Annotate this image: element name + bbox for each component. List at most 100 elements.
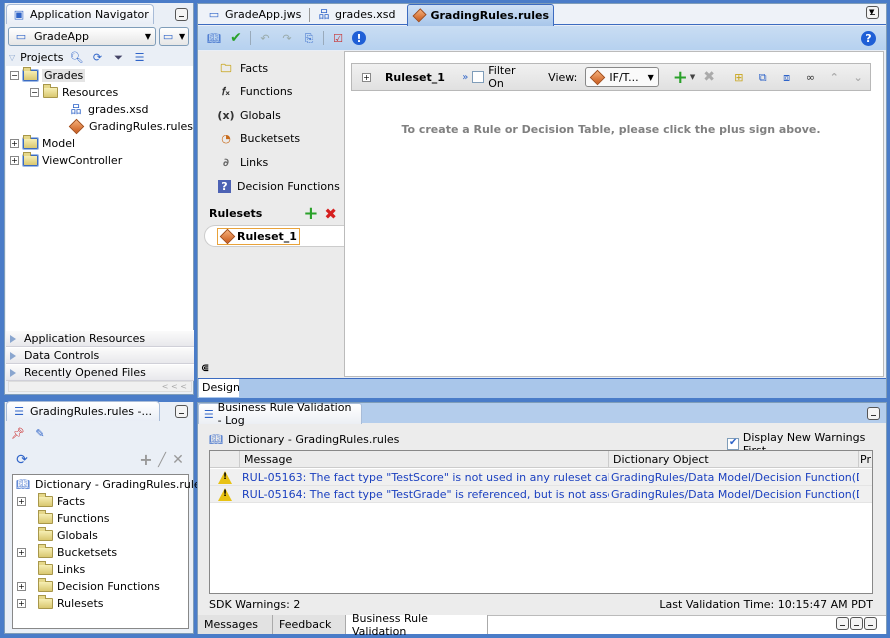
column-header-priority[interactable]: Pr bbox=[859, 451, 871, 467]
collapse-nav-icon[interactable]: ⋐ bbox=[201, 363, 209, 374]
accordion-application-resources[interactable]: Application Resources bbox=[6, 330, 194, 347]
nav-item-facts[interactable]: 🗀 Facts bbox=[218, 59, 269, 77]
dictionary-root[interactable]: 📖︎ Dictionary - GradingRules.rules bbox=[15, 476, 206, 493]
horizontal-scrollbar[interactable]: < < < bbox=[8, 381, 192, 392]
log-row[interactable]: RUL-05163: The fact type "TestScore" is … bbox=[210, 469, 872, 486]
delete-icon[interactable]: ✕ bbox=[170, 452, 186, 468]
log-dictionary-object[interactable]: GradingRules/Data Model/Decision Functio… bbox=[609, 471, 859, 484]
validate-check-icon[interactable]: ✔ bbox=[228, 30, 244, 46]
accordion-recently-opened-files[interactable]: Recently Opened Files bbox=[6, 364, 194, 381]
scroll-tabs-left-button[interactable] bbox=[836, 617, 849, 630]
editor-tab-grades-xsd[interactable]: 品 grades.xsd bbox=[312, 5, 399, 24]
app-selector[interactable]: ▭ GradeApp ▼ bbox=[8, 27, 156, 46]
ruleset-name[interactable]: Ruleset_1 bbox=[385, 71, 454, 84]
import-icon[interactable]: ⎘ bbox=[301, 30, 317, 46]
add-ruleset-button[interactable]: + bbox=[303, 203, 318, 224]
move-down-icon[interactable]: ⌄ bbox=[850, 69, 866, 85]
dictionary-item-facts[interactable]: + Facts bbox=[17, 493, 85, 510]
new-view-icon[interactable]: ✎ bbox=[32, 425, 48, 441]
dictionary-item-rulesets[interactable]: + Rulesets bbox=[17, 595, 104, 612]
tree-item-grades-xsd[interactable]: 品 grades.xsd bbox=[68, 101, 149, 118]
design-tab[interactable]: Design bbox=[199, 379, 240, 397]
help-icon[interactable]: ? bbox=[861, 30, 876, 46]
tab-list-button[interactable] bbox=[864, 617, 877, 630]
tree-structure-icon[interactable]: ⊞ bbox=[731, 69, 747, 85]
expand-icon[interactable]: + bbox=[17, 497, 26, 506]
tree-item-resources[interactable]: − Resources bbox=[30, 84, 118, 101]
collapse-icon[interactable]: − bbox=[10, 71, 19, 80]
collapse-icon[interactable]: − bbox=[30, 88, 39, 97]
expand-icon[interactable]: + bbox=[17, 582, 26, 591]
collapse-all-icon[interactable]: ⧈ bbox=[779, 69, 795, 85]
nav-item-globals[interactable]: (x) Globals bbox=[217, 106, 280, 124]
expand-details-icon[interactable]: » bbox=[462, 72, 468, 83]
redo-icon[interactable]: ↷ bbox=[279, 30, 295, 46]
column-header-dictionary-object[interactable]: Dictionary Object bbox=[609, 451, 859, 467]
log-dictionary-object[interactable]: GradingRules/Data Model/Decision Functio… bbox=[609, 488, 859, 501]
bottom-tab-business-rule-validation[interactable]: Business Rule Validation bbox=[346, 612, 488, 638]
bottom-tab-feedback[interactable]: Feedback bbox=[273, 615, 346, 634]
pin-icon[interactable]: 📌︎ bbox=[10, 425, 26, 441]
refresh-icon[interactable]: ⟳ bbox=[90, 50, 106, 66]
view-dropdown[interactable]: IF/T... ▼ bbox=[585, 67, 659, 87]
ruleset-item[interactable]: Ruleset_1 bbox=[204, 225, 344, 247]
log-tab[interactable]: ☰ Business Rule Validation - Log bbox=[198, 401, 362, 427]
dictionary-item-globals[interactable]: Globals bbox=[17, 527, 98, 544]
bottom-tab-messages[interactable]: Messages bbox=[198, 615, 273, 634]
dictionary-item-functions[interactable]: Functions bbox=[17, 510, 110, 527]
log-message[interactable]: RUL-05163: The fact type "TestScore" is … bbox=[240, 471, 609, 484]
expand-icon[interactable]: + bbox=[17, 548, 26, 557]
collapse-projects-icon[interactable]: ▽ bbox=[9, 53, 15, 62]
scroll-tabs-right-button[interactable] bbox=[850, 617, 863, 630]
tree-options-icon[interactable]: ☰ bbox=[132, 50, 148, 66]
tree-item-grades[interactable]: − Grades bbox=[10, 67, 86, 84]
minimize-structure-button[interactable] bbox=[175, 405, 188, 418]
expand-all-icon[interactable]: ⧉ bbox=[755, 69, 771, 85]
app-navigator-tab[interactable]: ▣ Application Navigator bbox=[6, 4, 154, 24]
filter-icon[interactable]: ⏷ bbox=[111, 50, 127, 66]
edit-icon[interactable]: ╱ bbox=[154, 452, 170, 468]
add-rule-button[interactable]: + bbox=[673, 67, 688, 88]
tree-item-model[interactable]: + Model bbox=[10, 135, 75, 152]
nav-item-decision-functions[interactable]: ? Decision Functions bbox=[218, 177, 340, 195]
accordion-data-controls[interactable]: Data Controls bbox=[6, 347, 194, 364]
expand-ruleset-icon[interactable]: + bbox=[362, 72, 371, 82]
nav-item-functions[interactable]: 𝑓ₓ Functions bbox=[218, 83, 293, 101]
glasses-icon[interactable]: ∞ bbox=[803, 69, 819, 85]
tree-item-viewcontroller[interactable]: + ViewController bbox=[10, 152, 122, 169]
display-new-warnings-checkbox[interactable] bbox=[727, 437, 739, 450]
folder-icon bbox=[38, 544, 53, 558]
column-header-message[interactable]: Message bbox=[240, 451, 609, 467]
dictionary-item-links[interactable]: Links bbox=[17, 561, 85, 578]
checklist-icon[interactable]: ☑ bbox=[330, 30, 346, 46]
delete-rule-button[interactable]: ✖ bbox=[703, 69, 715, 85]
move-up-icon[interactable]: ⌃ bbox=[826, 69, 842, 85]
dictionary-item-decision-functions[interactable]: + Decision Functions bbox=[17, 578, 160, 595]
expand-icon[interactable]: + bbox=[17, 599, 26, 608]
nav-item-links[interactable]: ∂ Links bbox=[218, 153, 268, 171]
app-menu-button[interactable]: ▭ ▼ bbox=[159, 27, 189, 46]
add-rule-dropdown-icon[interactable]: ▼ bbox=[690, 73, 695, 81]
add-icon[interactable]: + bbox=[138, 452, 154, 468]
structure-panel-tab[interactable]: ☰ GradingRules.rules -... bbox=[6, 401, 160, 421]
search-icon[interactable]: 🔍︎ bbox=[69, 50, 85, 66]
filter-on-checkbox[interactable] bbox=[472, 71, 485, 83]
expand-icon[interactable]: + bbox=[10, 156, 19, 165]
log-row[interactable]: RUL-05164: The fact type "TestGrade" is … bbox=[210, 486, 872, 503]
minimize-log-button[interactable] bbox=[867, 407, 880, 420]
expand-icon[interactable]: + bbox=[10, 139, 19, 148]
delete-ruleset-button[interactable]: ✖ bbox=[324, 205, 337, 223]
nav-item-bucketsets[interactable]: ◔ Bucketsets bbox=[218, 130, 300, 148]
minimize-app-navigator-button[interactable] bbox=[175, 8, 188, 21]
undo-icon[interactable]: ↶ bbox=[257, 30, 273, 46]
tree-item-gradingrules[interactable]: GradingRules.rules bbox=[68, 118, 193, 135]
tab-separator bbox=[309, 8, 310, 22]
info-icon[interactable]: ! bbox=[352, 31, 366, 45]
editor-tab-gradingrules[interactable]: GradingRules.rules bbox=[407, 4, 554, 26]
log-message[interactable]: RUL-05164: The fact type "TestGrade" is … bbox=[240, 488, 609, 501]
editor-tab-gradeapp[interactable]: ▭ GradeApp.jws bbox=[200, 5, 307, 24]
last-validation-time: Last Validation Time: 10:15:47 AM PDT bbox=[659, 598, 873, 611]
dictionary-item-bucketsets[interactable]: + Bucketsets bbox=[17, 544, 117, 561]
refresh-icon[interactable]: ⟳ bbox=[14, 452, 30, 468]
dictionary-book-icon[interactable]: 📖︎ bbox=[206, 30, 222, 46]
